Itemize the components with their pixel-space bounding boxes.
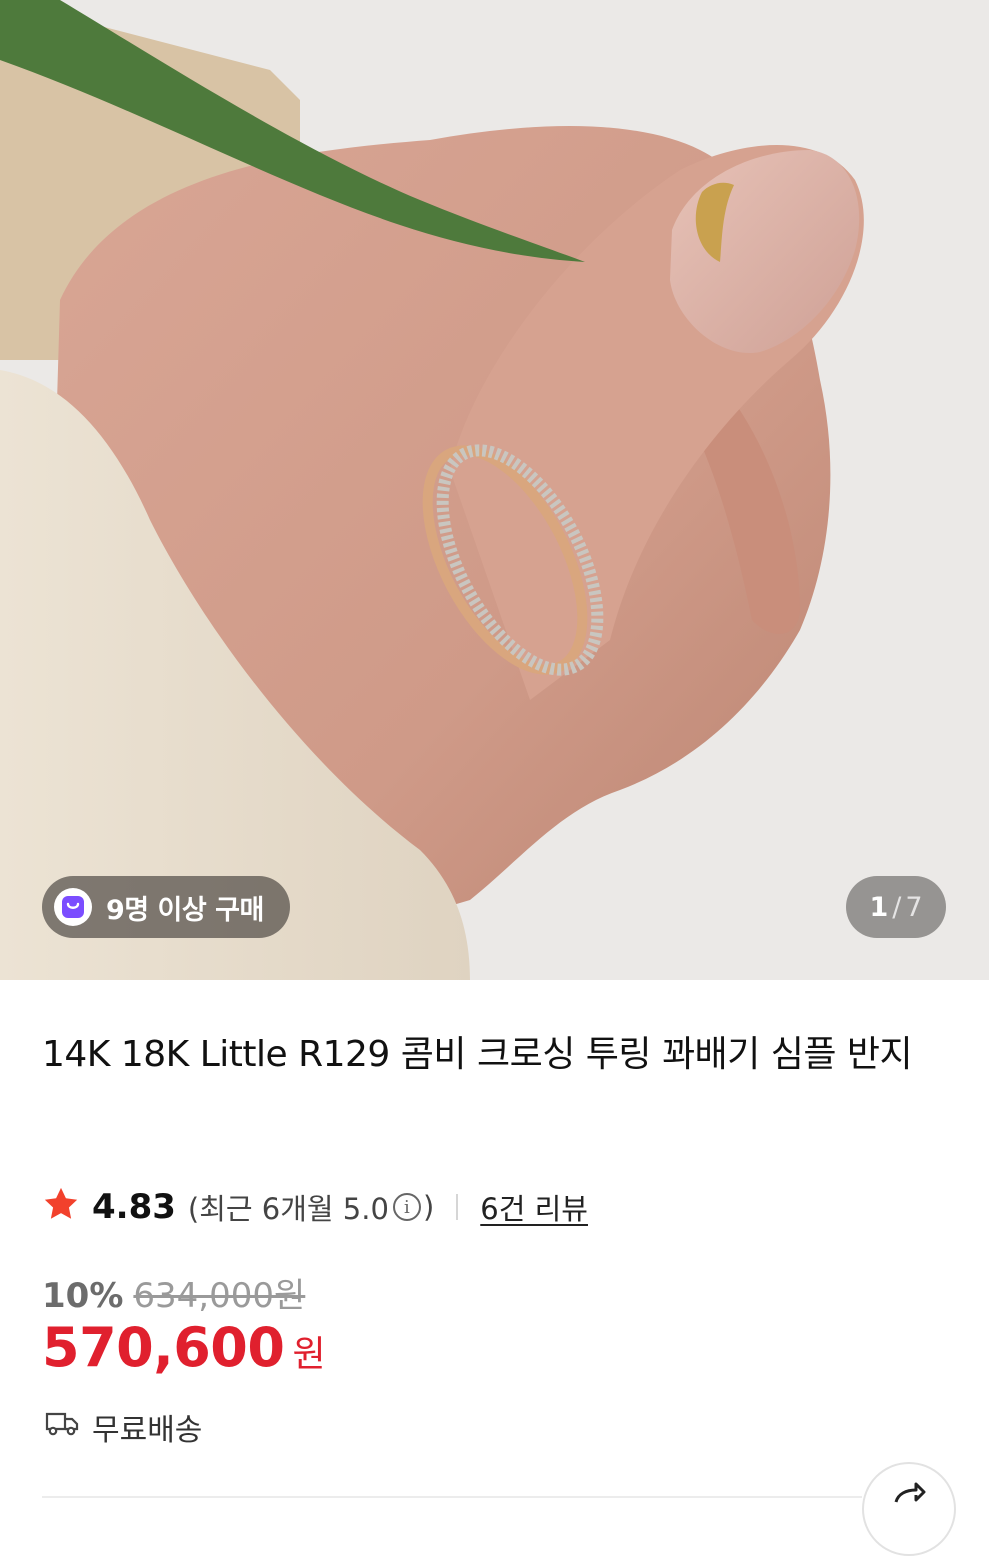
shipping-info: 무료배송 xyxy=(44,1405,202,1449)
original-price: 634,000원 xyxy=(133,1276,306,1316)
shipping-label: 무료배송 xyxy=(92,1413,203,1448)
rating-row: 4.83 (최근 6개월 5.0 i ) 6건 리뷰 xyxy=(42,1184,588,1230)
image-pager: 1 / 7 xyxy=(846,876,946,938)
share-button[interactable] xyxy=(862,1462,956,1556)
recent-rating: (최근 6개월 5.0 i ) xyxy=(188,1186,434,1228)
discount-row: 10% 634,000원 xyxy=(42,1268,305,1317)
currency-unit: 원 xyxy=(292,1334,326,1375)
sale-price: 570,600 xyxy=(42,1316,285,1379)
sale-price-row: 570,600 원 xyxy=(42,1316,326,1379)
pager-current: 1 xyxy=(869,891,889,923)
recent-rating-text: (최근 6개월 5.0 xyxy=(187,1192,389,1226)
product-photo xyxy=(0,0,989,980)
purchase-count-text: 9명 이상 구매 xyxy=(106,894,264,926)
pager-total: 7 xyxy=(905,891,923,923)
review-link[interactable]: 6건 리뷰 xyxy=(480,1186,588,1228)
section-divider xyxy=(42,1496,862,1498)
shopping-bag-icon xyxy=(54,888,92,926)
product-image-gallery[interactable]: 9명 이상 구매 1 / 7 xyxy=(0,0,989,980)
purchase-count-badge: 9명 이상 구매 xyxy=(42,876,290,938)
divider xyxy=(456,1194,459,1220)
discount-rate: 10% xyxy=(42,1276,124,1316)
product-title: 14K 18K Little R129 콤비 크로싱 투링 꽈배기 심플 반지 xyxy=(42,1034,913,1075)
recent-rating-close: ) xyxy=(422,1190,435,1224)
share-icon xyxy=(892,1482,926,1508)
star-icon xyxy=(42,1185,80,1230)
rating-score: 4.83 xyxy=(92,1187,176,1227)
pager-separator: / xyxy=(892,891,902,923)
info-icon[interactable]: i xyxy=(392,1193,421,1221)
truck-icon xyxy=(44,1408,80,1446)
